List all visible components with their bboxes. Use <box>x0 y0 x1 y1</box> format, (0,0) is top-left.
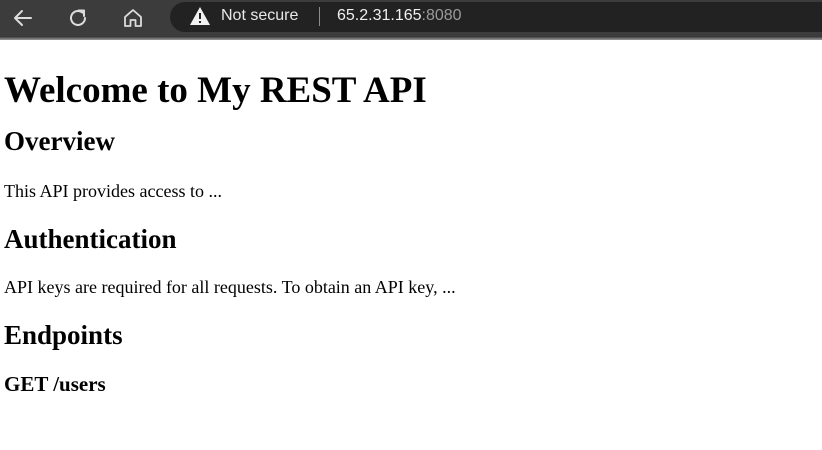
overview-text: This API provides access to ... <box>4 181 222 201</box>
url-host: 65.2.31.165 <box>337 7 422 24</box>
page-title: Welcome to My REST API <box>4 70 427 111</box>
endpoints-heading: Endpoints <box>4 320 123 350</box>
address-bar-divider <box>319 7 320 26</box>
url-port: :8080 <box>421 7 462 24</box>
page-content: Welcome to My REST API Overview This API… <box>4 40 814 397</box>
back-button[interactable] <box>8 3 38 33</box>
home-button[interactable] <box>118 3 148 33</box>
reload-button[interactable] <box>63 3 93 33</box>
back-arrow-icon <box>11 6 35 30</box>
authentication-text: API keys are required for all requests. … <box>4 277 456 297</box>
home-icon <box>121 6 145 30</box>
warning-triangle-icon[interactable] <box>189 6 211 26</box>
browser-toolbar: Not secure 65.2.31.165:8080 <box>0 0 822 36</box>
security-status[interactable]: Not secure <box>221 7 298 25</box>
url-text[interactable]: 65.2.31.165:8080 <box>337 7 462 25</box>
authentication-heading: Authentication <box>4 224 177 254</box>
overview-heading: Overview <box>4 126 115 156</box>
endpoint-get-users: GET /users <box>4 372 106 396</box>
reload-icon <box>66 6 90 30</box>
